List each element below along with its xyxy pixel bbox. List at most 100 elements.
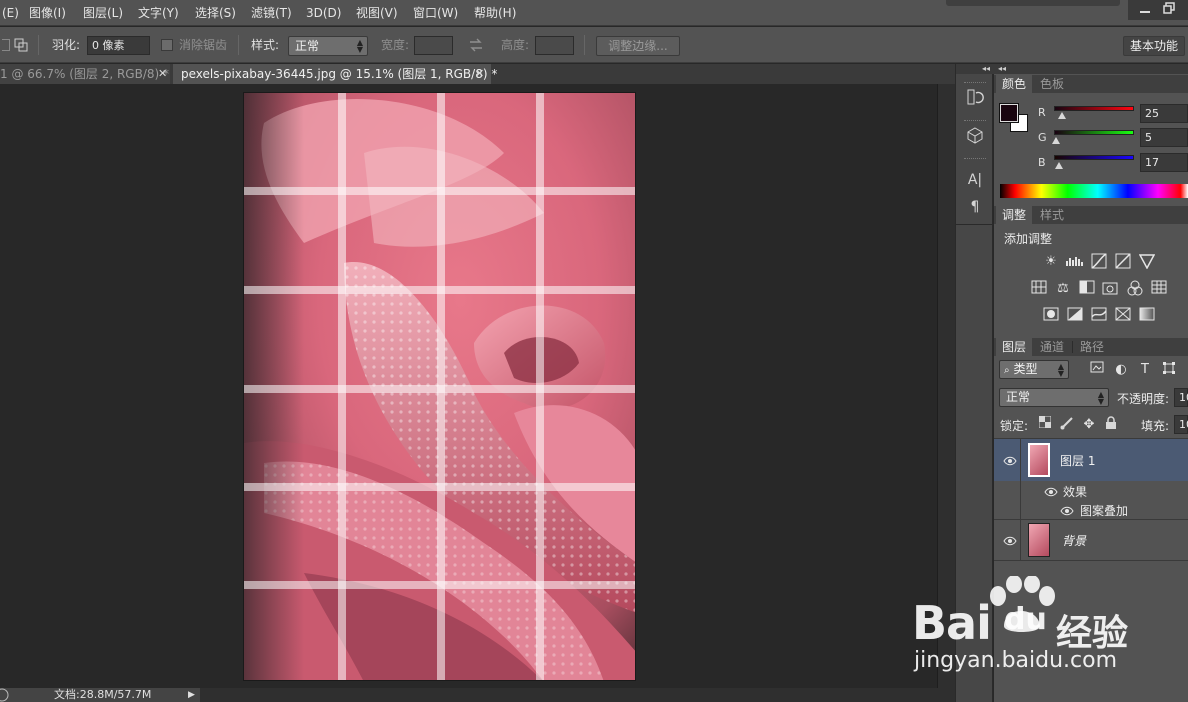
- color-panel-tabs: 颜色 色板: [994, 75, 1188, 93]
- menu-window[interactable]: 窗口(W): [413, 0, 458, 26]
- tab-paths[interactable]: 路径: [1074, 338, 1110, 356]
- filter-pixel-icon[interactable]: [1088, 361, 1106, 379]
- exposure-icon[interactable]: [1114, 253, 1132, 271]
- blend-mode-select[interactable]: 正常 ▲ ▼: [999, 388, 1109, 407]
- layer-row-background[interactable]: 背景: [994, 520, 1188, 560]
- hue-saturation-icon[interactable]: [1030, 280, 1048, 298]
- paragraph-icon[interactable]: ¶: [963, 196, 987, 218]
- visibility-eye-icon[interactable]: [1003, 535, 1017, 546]
- channel-mixer-icon[interactable]: [1126, 280, 1144, 298]
- photo-filter-icon[interactable]: [1102, 280, 1120, 298]
- separator: [38, 35, 39, 55]
- red-slider[interactable]: [1054, 106, 1134, 111]
- color-balance-icon[interactable]: ⚖: [1054, 280, 1072, 298]
- effects-eye-icon[interactable]: [1044, 486, 1058, 497]
- menu-layer[interactable]: 图层(L): [83, 0, 123, 26]
- layer-filter-select[interactable]: ⌕ 类型 ▲ ▼: [999, 360, 1069, 379]
- filter-shape-icon[interactable]: [1160, 361, 1178, 379]
- 3d-icon[interactable]: [963, 126, 987, 148]
- tab-channels[interactable]: 通道: [1034, 338, 1070, 356]
- restore-icon[interactable]: [1160, 2, 1178, 18]
- panel-grip[interactable]: [964, 158, 986, 161]
- status-menu-arrow-icon[interactable]: ▶: [188, 688, 195, 702]
- zoom-indicator-icon[interactable]: [0, 688, 12, 702]
- tab-color[interactable]: 颜色: [996, 75, 1033, 93]
- menu-3d[interactable]: 3D(D): [306, 0, 341, 26]
- divider: [1020, 439, 1021, 481]
- lock-label: 锁定:: [1000, 419, 1029, 433]
- document-image[interactable]: [243, 92, 636, 681]
- menu-type[interactable]: 文字(Y): [138, 0, 179, 26]
- green-value-input[interactable]: 5: [1140, 128, 1188, 147]
- vibrance-icon[interactable]: [1138, 253, 1156, 271]
- history-icon[interactable]: [963, 88, 987, 110]
- menu-view[interactable]: 视图(V): [356, 0, 398, 26]
- color-lookup-icon[interactable]: [1150, 280, 1168, 298]
- pattern-overlay-row[interactable]: 图案叠加: [994, 501, 1188, 519]
- minimize-icon[interactable]: [1136, 2, 1154, 18]
- horizontal-scrollbar[interactable]: [200, 688, 955, 702]
- layer-effects-row[interactable]: 效果: [994, 481, 1188, 521]
- swap-icon[interactable]: [468, 38, 484, 52]
- pattern-overlay-eye-icon[interactable]: [1060, 505, 1074, 516]
- gradient-map-icon[interactable]: [1138, 307, 1156, 325]
- lock-transparent-pixels-icon[interactable]: [1036, 415, 1054, 434]
- filter-type-icon[interactable]: T: [1136, 361, 1154, 379]
- panel-grip[interactable]: [964, 82, 986, 85]
- black-white-icon[interactable]: [1078, 280, 1096, 298]
- character-icon[interactable]: A|: [963, 169, 987, 191]
- tab-label: pexels-pixabay-36445.jpg @ 15.1% (图层 1, …: [181, 67, 498, 81]
- feather-input[interactable]: 0 像素: [87, 36, 150, 55]
- blue-value-input[interactable]: 17: [1140, 153, 1188, 172]
- visibility-eye-icon[interactable]: [1003, 455, 1017, 466]
- height-input[interactable]: [535, 36, 574, 55]
- panel-grip[interactable]: [964, 120, 986, 123]
- tab-adjustments[interactable]: 调整: [996, 206, 1033, 224]
- color-spectrum-bar[interactable]: [1000, 184, 1188, 198]
- close-icon[interactable]: ✕: [158, 64, 167, 84]
- threshold-icon[interactable]: [1090, 307, 1108, 325]
- red-slider-thumb[interactable]: [1057, 112, 1066, 119]
- antialias-checkbox[interactable]: [161, 39, 173, 51]
- search-tab[interactable]: [946, 0, 1120, 6]
- tab-document-1[interactable]: 1 @ 66.7% (图层 2, RGB/8) * ✕: [0, 64, 170, 84]
- levels-icon[interactable]: [1066, 253, 1084, 271]
- invert-icon[interactable]: [1042, 307, 1060, 325]
- blue-slider[interactable]: [1054, 155, 1134, 160]
- selective-color-icon[interactable]: [1114, 307, 1132, 325]
- fill-label: 填充:: [1141, 419, 1170, 433]
- tab-styles[interactable]: 样式: [1034, 206, 1070, 224]
- green-slider-thumb[interactable]: [1051, 137, 1060, 144]
- lock-image-pixels-icon[interactable]: [1058, 416, 1076, 434]
- selection-mode-icon[interactable]: [2, 39, 10, 51]
- curves-icon[interactable]: [1090, 253, 1108, 271]
- menu-image[interactable]: 图像(I): [29, 0, 66, 26]
- lock-position-icon[interactable]: ✥: [1080, 416, 1098, 434]
- brightness-contrast-icon[interactable]: ☀: [1042, 253, 1060, 271]
- menu-select[interactable]: 选择(S): [195, 0, 236, 26]
- close-icon[interactable]: ✕: [475, 64, 484, 84]
- menu-edit[interactable]: (E): [2, 0, 19, 26]
- foreground-color-swatch[interactable]: [999, 103, 1019, 123]
- filter-adjustment-icon[interactable]: ◐: [1112, 361, 1130, 379]
- tab-document-2[interactable]: pexels-pixabay-36445.jpg @ 15.1% (图层 1, …: [173, 64, 497, 84]
- menu-filter[interactable]: 滤镜(T): [251, 0, 292, 26]
- fill-input[interactable]: 10: [1174, 415, 1188, 434]
- refine-edge-button[interactable]: 调整边缘...: [596, 36, 680, 56]
- tab-layers[interactable]: 图层: [996, 338, 1033, 356]
- style-select[interactable]: 正常 ▲ ▼: [288, 36, 368, 56]
- tab-swatches[interactable]: 色板: [1034, 75, 1070, 93]
- red-value-input[interactable]: 25: [1140, 104, 1188, 123]
- workspace-button[interactable]: 基本功能: [1123, 36, 1185, 56]
- green-slider[interactable]: [1054, 130, 1134, 135]
- lock-all-icon[interactable]: [1102, 416, 1120, 434]
- menu-help[interactable]: 帮助(H): [474, 0, 516, 26]
- posterize-icon[interactable]: [1066, 307, 1084, 325]
- collapse-panels-icon[interactable]: ◂◂: [956, 64, 994, 74]
- layer-row-layer1[interactable]: 图层 1: [994, 439, 1188, 481]
- intersect-selection-icon[interactable]: [14, 38, 28, 52]
- panel-dock-header[interactable]: ◂◂: [994, 64, 1188, 74]
- opacity-input[interactable]: 10: [1174, 388, 1188, 407]
- blue-slider-thumb[interactable]: [1055, 162, 1064, 169]
- width-input[interactable]: [414, 36, 453, 55]
